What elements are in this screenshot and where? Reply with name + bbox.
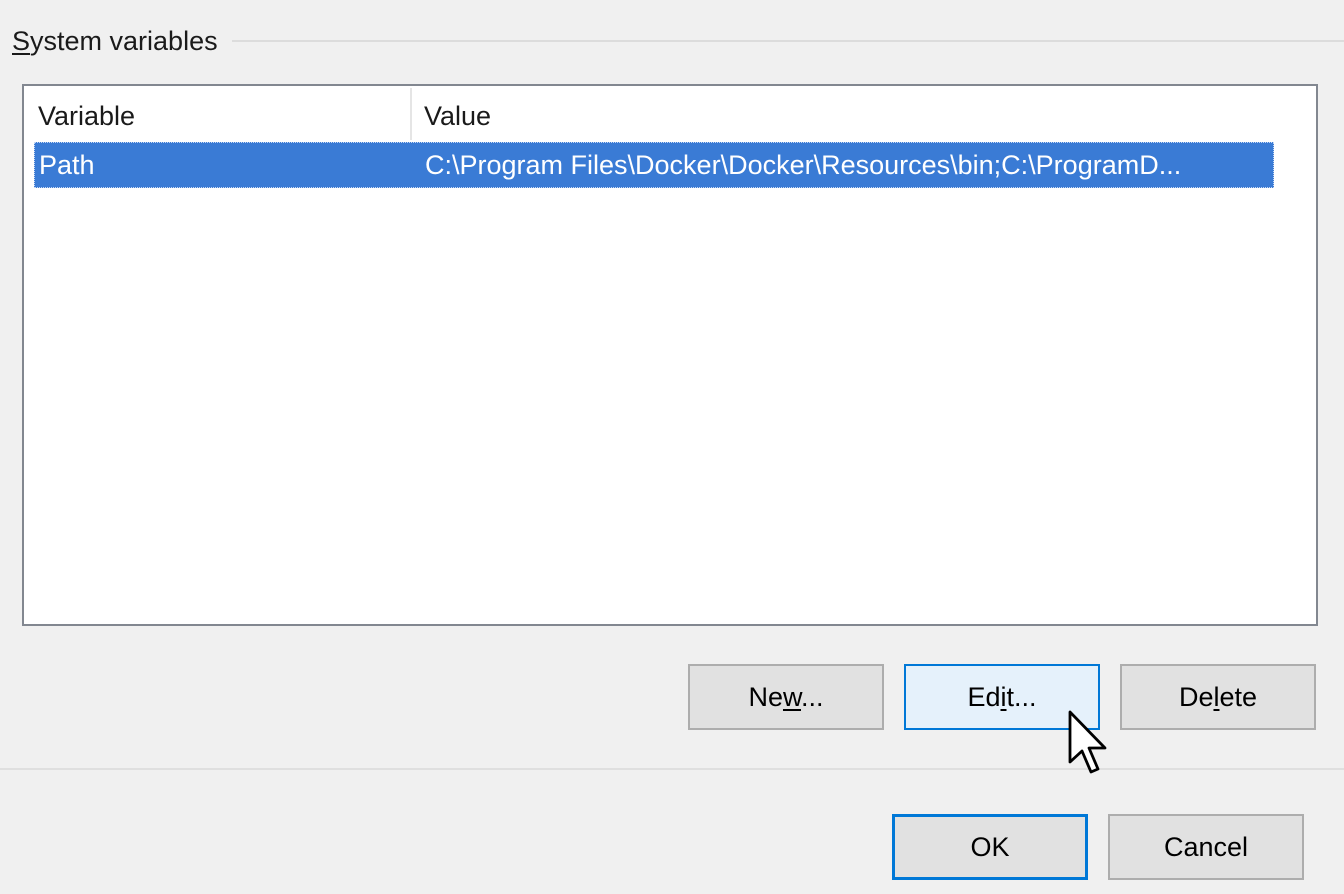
new-label-post: ... [801,682,824,712]
delete-label-post: ete [1219,682,1258,712]
column-separator[interactable] [410,88,412,140]
system-variables-group-title: System variables [12,24,218,58]
row-variable-name: Path [39,150,95,180]
edit-label-post: t... [1006,682,1037,712]
delete-button[interactable]: Delete [1120,664,1316,730]
group-title-text: ystem variables [30,26,218,56]
column-header-value[interactable]: Value [424,86,491,142]
list-row-selected[interactable]: Path C:\Program Files\Docker\Docker\Reso… [34,142,1274,188]
row-variable-value: C:\Program Files\Docker\Docker\Resources… [425,150,1182,180]
ok-button[interactable]: OK [892,814,1088,880]
environment-variables-dialog: System variables Variable Value Path C:\… [0,0,1344,894]
system-variables-list[interactable]: Variable Value Path C:\Program Files\Doc… [22,84,1318,626]
column-header-variable[interactable]: Variable [38,86,135,142]
dialog-divider [0,768,1344,770]
group-box-border [232,40,1344,42]
delete-label-pre: De [1178,682,1214,712]
new-label-pre: Ne [748,682,783,712]
list-header: Variable Value [24,86,1316,142]
new-button[interactable]: New... [688,664,884,730]
accelerator-letter: S [12,26,31,56]
edit-label-pre: Ed [967,682,1001,712]
new-label-accel: w [782,682,801,712]
arrow-cursor-icon [1068,710,1107,774]
cancel-button[interactable]: Cancel [1108,814,1304,880]
